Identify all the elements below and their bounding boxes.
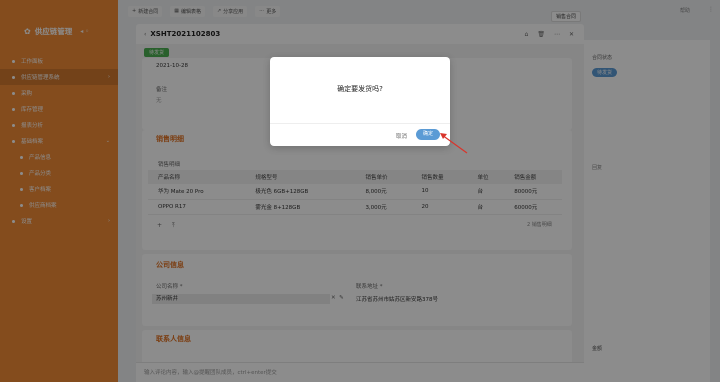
dialog-message: 确定要发货吗? xyxy=(337,85,383,93)
cancel-button[interactable]: 取消 xyxy=(396,132,407,140)
dialog-divider xyxy=(270,123,450,124)
confirm-dialog: 确定要发货吗? 取消 确定 xyxy=(270,57,450,146)
annotation-arrow-icon xyxy=(440,133,468,154)
